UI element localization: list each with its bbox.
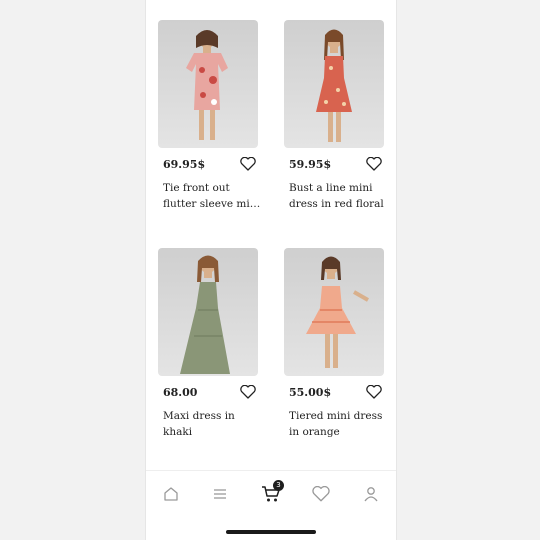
heart-icon[interactable] xyxy=(240,156,256,171)
product-title[interactable]: Maxi dress in khaki xyxy=(163,408,261,440)
product-title[interactable]: Tie front out flutter sleeve mini dress xyxy=(163,180,261,212)
bottom-tab-bar: 3 xyxy=(146,470,396,517)
product-image[interactable] xyxy=(284,248,384,376)
cart-count-badge: 3 xyxy=(273,480,284,491)
heart-icon xyxy=(312,486,330,502)
product-card[interactable]: 68.00 Maxi dress in khaki xyxy=(158,248,258,438)
heart-icon[interactable] xyxy=(366,156,382,171)
tab-wishlist[interactable] xyxy=(310,483,332,505)
heart-icon[interactable] xyxy=(366,384,382,399)
home-icon xyxy=(164,487,178,501)
product-card[interactable]: 55.00$ Tiered mini dress in orange xyxy=(284,248,384,438)
tab-profile[interactable] xyxy=(360,483,382,505)
menu-icon xyxy=(214,489,226,499)
heart-icon[interactable] xyxy=(240,384,256,399)
tab-cart[interactable]: 3 xyxy=(260,480,284,505)
tab-menu[interactable] xyxy=(209,483,231,505)
product-price: 69.95$ xyxy=(163,158,206,171)
product-title[interactable]: Bust a line mini dress in red floral xyxy=(289,180,387,212)
home-indicator xyxy=(226,530,316,534)
product-image[interactable] xyxy=(158,248,258,376)
product-card[interactable]: 69.95$ Tie front out flutter sleeve mini… xyxy=(158,20,260,210)
product-price: 59.95$ xyxy=(289,158,332,171)
product-price: 55.00$ xyxy=(289,386,332,399)
user-icon xyxy=(364,487,378,502)
product-title[interactable]: Tiered mini dress in orange xyxy=(289,408,387,440)
product-image[interactable] xyxy=(158,20,258,148)
app-screen: 69.95$ Tie front out flutter sleeve mini… xyxy=(145,0,397,540)
product-image[interactable] xyxy=(284,20,384,148)
product-price: 68.00 xyxy=(163,386,198,399)
product-grid: 69.95$ Tie front out flutter sleeve mini… xyxy=(146,0,396,470)
tab-home[interactable] xyxy=(160,483,182,505)
product-card[interactable]: 59.95$ Bust a line mini dress in red flo… xyxy=(284,20,384,210)
